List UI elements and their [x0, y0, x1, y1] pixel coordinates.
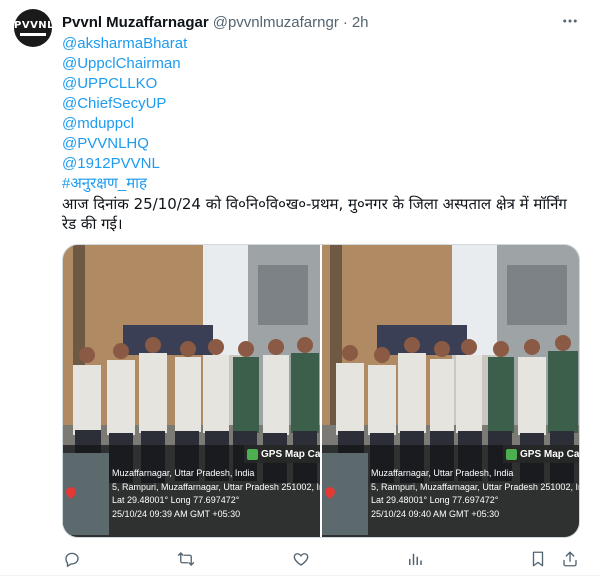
gps-timestamp: 25/10/24 09:40 AM GMT +05:30 — [371, 508, 500, 519]
gps-address: 5, Rampuri, Muzaffarnagar, Uttar Pradesh… — [371, 481, 579, 492]
display-name[interactable]: Pvvnl Muzaffarnagar — [62, 14, 209, 31]
gps-details: Muzaffarnagar, Uttar Pradesh, India 5, R… — [112, 467, 320, 521]
bookmark-icon[interactable] — [528, 549, 548, 569]
gps-timestamp: 25/10/24 09:39 AM GMT +05:30 — [112, 508, 241, 519]
mention-link[interactable]: @mduppcl — [62, 114, 577, 134]
post-time[interactable]: 2h — [352, 14, 369, 31]
mention-link[interactable]: @UPPCLLKO — [62, 74, 577, 94]
ellipsis-icon — [563, 19, 577, 23]
action-bar — [62, 549, 580, 569]
photo-1[interactable]: Muzaffarnagar, Uttar Pradesh, India 5, R… — [63, 245, 320, 537]
tweet-header: Pvvnl Muzaffarnagar @pvvnlmuzafarngr · 2… — [62, 12, 369, 32]
media-grid: Muzaffarnagar, Uttar Pradesh, India 5, R… — [62, 244, 580, 538]
mention-link[interactable]: @1912PVVNL — [62, 154, 577, 174]
gps-camera-icon — [247, 448, 258, 460]
user-handle[interactable]: @pvvnlmuzafarngr — [213, 14, 339, 31]
tweet-body-line: आज दिनांक 25/10/24 को वि०नि०वि०ख०-प्रथम,… — [62, 195, 567, 213]
gps-coords: Lat 29.48001° Long 77.697472° — [371, 495, 499, 506]
gps-title-badge: GPS Map Camera — [244, 445, 320, 463]
avatar-logo-text: PVVNL — [14, 20, 52, 31]
separator-dot: · — [342, 13, 348, 31]
gps-title-text: GPS Map Camera — [520, 448, 579, 460]
photo-2[interactable]: Muzaffarnagar, Uttar Pradesh, India 5, R… — [322, 245, 579, 537]
gps-coords: Lat 29.48001° Long 77.697472° — [112, 495, 240, 506]
share-icon[interactable] — [560, 549, 580, 569]
hashtag-link[interactable]: #अनुरक्षण_माह — [62, 174, 577, 194]
gps-title-badge: GPS Map Camera — [503, 445, 579, 463]
map-pin-icon — [322, 484, 338, 500]
retweet-icon[interactable] — [176, 549, 196, 569]
gps-minimap — [63, 453, 109, 535]
avatar-logo-bar — [20, 33, 46, 36]
like-icon[interactable] — [291, 549, 311, 569]
gps-location: Muzaffarnagar, Uttar Pradesh, India — [112, 468, 255, 478]
reply-icon[interactable] — [62, 549, 82, 569]
mention-link[interactable]: @aksharmaBharat — [62, 34, 577, 54]
gps-camera-icon — [506, 448, 517, 460]
mention-link[interactable]: @PVVNLHQ — [62, 134, 577, 154]
gps-details: Muzaffarnagar, Uttar Pradesh, India 5, R… — [371, 467, 579, 521]
tweet[interactable]: PVVNL Pvvnl Muzaffarnagar @pvvnlmuzafarn… — [0, 0, 600, 576]
mention-link[interactable]: @ChiefSecyUP — [62, 94, 577, 114]
avatar[interactable]: PVVNL — [14, 9, 52, 47]
tweet-text: @aksharmaBharat @UppclChairman @UPPCLLKO… — [62, 34, 577, 234]
gps-location: Muzaffarnagar, Uttar Pradesh, India — [371, 468, 514, 478]
mention-link[interactable]: @UppclChairman — [62, 54, 577, 74]
gps-minimap — [322, 453, 368, 535]
gps-address: 5, Rampuri, Muzaffarnagar, Uttar Pradesh… — [112, 481, 320, 492]
more-options-icon[interactable] — [558, 11, 582, 31]
tweet-body-line: रेड की गई। — [62, 215, 123, 233]
views-icon[interactable] — [405, 549, 425, 569]
map-pin-icon — [63, 484, 79, 500]
gps-title-text: GPS Map Camera — [261, 448, 320, 460]
